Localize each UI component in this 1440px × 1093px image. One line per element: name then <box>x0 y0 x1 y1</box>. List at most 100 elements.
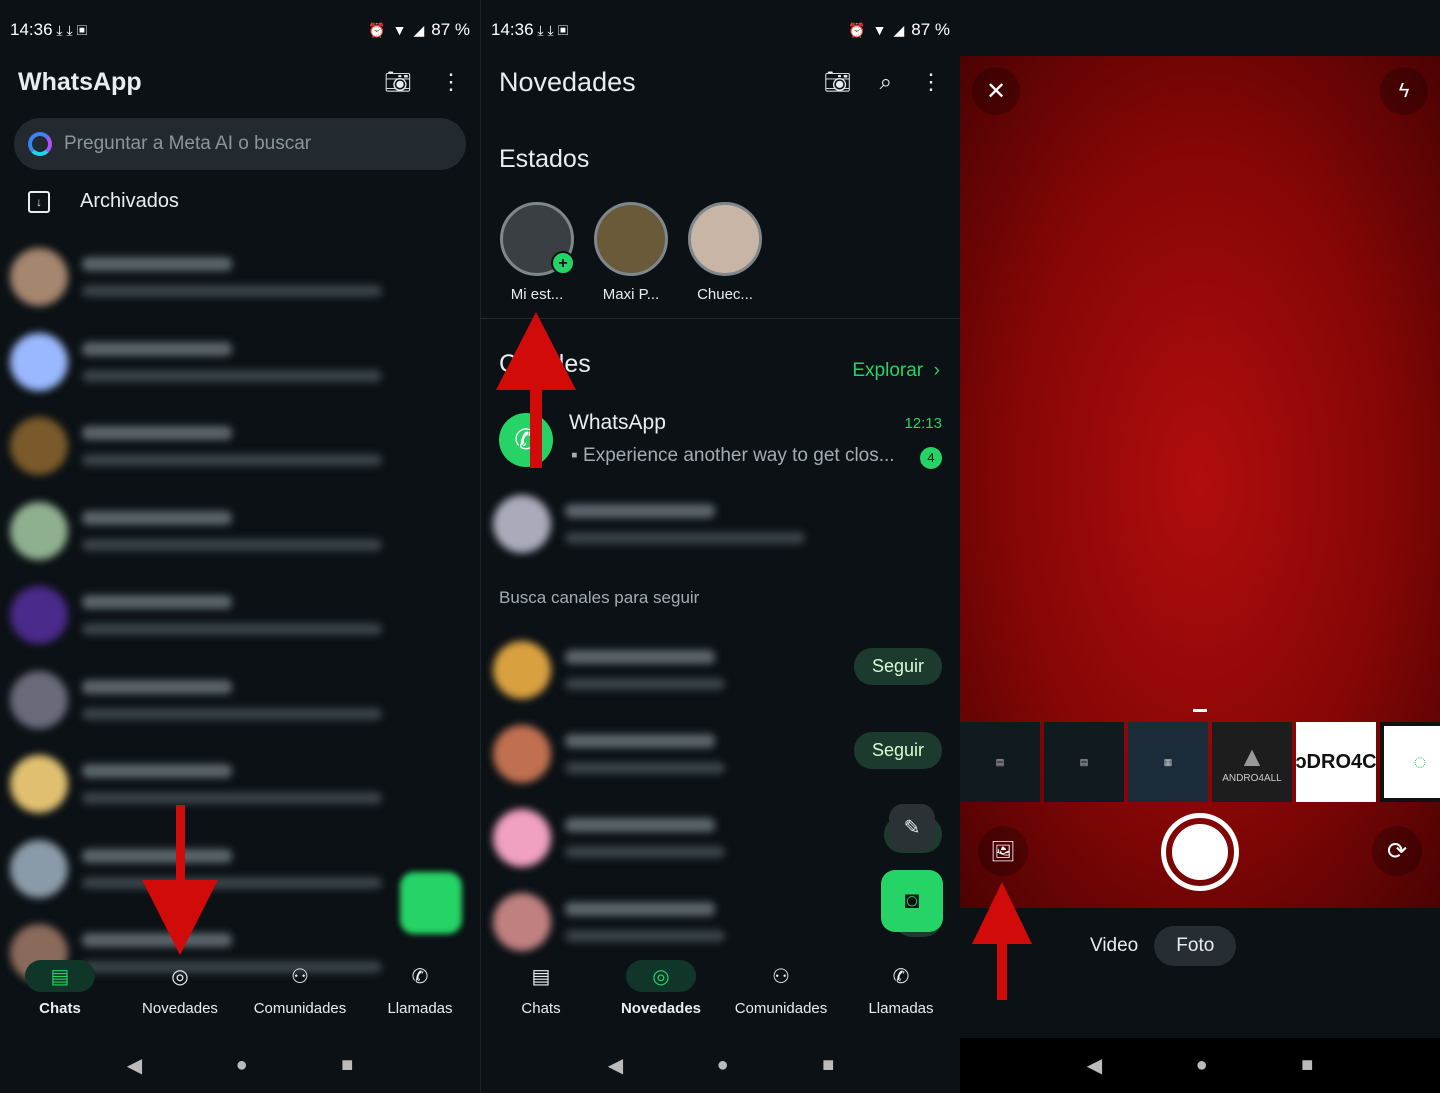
alarm-icon: ⏰ <box>848 21 866 38</box>
home-icon[interactable]: ● <box>236 1054 248 1077</box>
story-item[interactable]: Chuec... <box>687 202 763 303</box>
tab-communities[interactable]: ⚇ Comunidades <box>240 960 360 1035</box>
back-icon[interactable]: ◀ <box>608 1053 623 1078</box>
story-my-status[interactable]: + Mi est... <box>499 202 575 303</box>
story-name: Mi est... <box>510 286 564 303</box>
drag-handle[interactable] <box>1193 709 1207 712</box>
download-icon: ⤓ ⤓ ▣ <box>533 21 569 38</box>
flash-off-icon[interactable]: ϟ <box>1380 67 1428 115</box>
tab-label: Novedades <box>620 1000 702 1017</box>
explore-label: Explorar <box>852 360 924 381</box>
chat-row-blurred[interactable] <box>10 489 460 573</box>
camera-icon[interactable]: 📷︎ <box>384 69 412 95</box>
updates-icon: ◎ <box>171 965 189 988</box>
gallery-thumbnail[interactable]: ▲ ANDRO4ALL <box>1212 722 1292 802</box>
camera-fab-button[interactable]: ◙ <box>881 870 943 932</box>
search-placeholder: Preguntar a Meta AI o buscar <box>64 133 312 154</box>
red-arrow-head <box>972 882 1032 944</box>
gallery-thumbnail[interactable]: ◌ <box>1380 722 1440 802</box>
tab-chats[interactable]: ▤ Chats <box>481 960 601 1035</box>
avatar <box>10 586 68 644</box>
channel-row-blurred[interactable] <box>493 482 943 566</box>
signal-icon: ◢ <box>413 21 425 38</box>
story-item[interactable]: Maxi P... <box>593 202 669 303</box>
recents-icon[interactable]: ■ <box>341 1054 353 1077</box>
new-chat-button[interactable] <box>400 872 462 934</box>
chat-row-blurred[interactable] <box>10 658 460 742</box>
camera-icon[interactable]: 📷︎ <box>824 69 852 95</box>
tab-updates[interactable]: ◎ Novedades <box>601 960 721 1035</box>
tab-label: Chats <box>39 1000 81 1017</box>
explore-link[interactable]: Explorar › <box>852 360 940 382</box>
phone-icon: ✆ <box>411 965 429 988</box>
more-options-icon[interactable]: ⋮ <box>440 69 462 95</box>
gallery-icon[interactable]: 🖼︎ <box>978 826 1028 876</box>
more-options-icon[interactable]: ⋮ <box>920 69 942 95</box>
channel-row[interactable]: ✆ WhatsApp 12:13 ▪ Experience another wa… <box>499 405 942 475</box>
add-status-icon: + <box>551 251 575 275</box>
search-icon[interactable]: ⌕ <box>880 69 892 95</box>
follow-button[interactable]: Seguir <box>853 732 942 769</box>
recents-icon[interactable]: ■ <box>1301 1054 1313 1077</box>
battery-level: 87 % <box>431 20 470 39</box>
recents-icon[interactable]: ■ <box>822 1054 834 1077</box>
archive-icon: ↓ <box>28 190 50 213</box>
home-icon[interactable]: ● <box>717 1054 729 1077</box>
whatsapp-logo-icon: ✆ <box>499 413 553 467</box>
thumb-text: ANDRO4ALL <box>1222 772 1282 784</box>
chat-row-blurred[interactable] <box>10 235 460 319</box>
bottom-nav: ▤ Chats ◎ Novedades ⚇ Comunidades ✆ Llamadas <box>0 960 480 1035</box>
suggested-channel-row[interactable]: Seguir <box>493 712 942 792</box>
avatar <box>10 248 68 306</box>
chat-row-blurred[interactable] <box>10 573 460 657</box>
mode-video[interactable]: Video <box>1090 935 1138 957</box>
suggested-channel-row[interactable]: S <box>493 880 942 960</box>
mode-photo[interactable]: Foto <box>1154 926 1237 966</box>
chat-row-blurred[interactable] <box>10 742 460 826</box>
red-arrow-head <box>142 880 218 955</box>
tab-chats[interactable]: ▤ Chats <box>0 960 120 1035</box>
tab-calls[interactable]: ✆ Llamadas <box>841 960 960 1035</box>
find-channels-label: Busca canales para seguir <box>499 588 700 607</box>
avatar <box>10 839 68 898</box>
suggested-channel-row[interactable]: Se <box>493 796 942 876</box>
story-name: Maxi P... <box>602 286 660 303</box>
clock: 14:36 <box>491 20 534 39</box>
chat-row-blurred[interactable] <box>10 404 460 488</box>
communities-icon: ⚇ <box>772 965 790 988</box>
alarm-icon: ⏰ <box>368 21 386 38</box>
unread-badge: 4 <box>920 447 942 469</box>
back-icon[interactable]: ◀ <box>1087 1053 1102 1078</box>
chat-row-blurred[interactable] <box>10 320 460 404</box>
status-bar: 14:36 ⤓ ⤓ ▣ ⏰ ▼ ◢ 87 % <box>10 18 470 42</box>
gallery-thumbnail[interactable]: ▤ <box>960 722 1040 802</box>
search-input[interactable]: Preguntar a Meta AI o buscar <box>14 118 466 170</box>
avatar <box>10 332 68 391</box>
status-heading: Estados <box>499 145 590 173</box>
gallery-thumbnail[interactable]: ▦ <box>1128 722 1208 802</box>
tab-communities[interactable]: ⚇ Comunidades <box>721 960 841 1035</box>
chats-icon: ▤ <box>25 960 95 992</box>
chat-row-blurred[interactable] <box>10 827 460 911</box>
archived-row[interactable]: ↓ Archivados <box>28 190 179 213</box>
back-icon[interactable]: ◀ <box>127 1053 142 1078</box>
chats-icon: ▤ <box>531 965 551 988</box>
communities-icon: ⚇ <box>291 965 309 988</box>
message-text: Experience another way to get clos... <box>583 445 895 466</box>
tab-label: Chats <box>521 1000 561 1017</box>
gallery-thumbnail[interactable]: ▤ <box>1044 722 1124 802</box>
gallery-thumbnail[interactable]: ɔDRO4C <box>1296 722 1376 802</box>
tab-label: Llamadas <box>387 1000 453 1017</box>
tab-calls[interactable]: ✆ Llamadas <box>360 960 480 1035</box>
phone-icon: ✆ <box>892 965 910 988</box>
wifi-icon: ▼ <box>392 22 407 38</box>
switch-camera-icon[interactable]: ⟳ <box>1372 826 1422 876</box>
suggested-channel-row[interactable]: Seguir <box>493 628 942 708</box>
edit-pencil-button[interactable]: ✎ <box>889 804 935 850</box>
follow-button[interactable]: Seguir <box>853 648 942 685</box>
tab-label: Comunidades <box>734 1000 828 1017</box>
tab-updates[interactable]: ◎ Novedades <box>120 960 240 1035</box>
close-icon[interactable]: ✕ <box>972 67 1020 115</box>
home-icon[interactable]: ● <box>1196 1054 1208 1077</box>
shutter-button[interactable] <box>1161 813 1239 891</box>
